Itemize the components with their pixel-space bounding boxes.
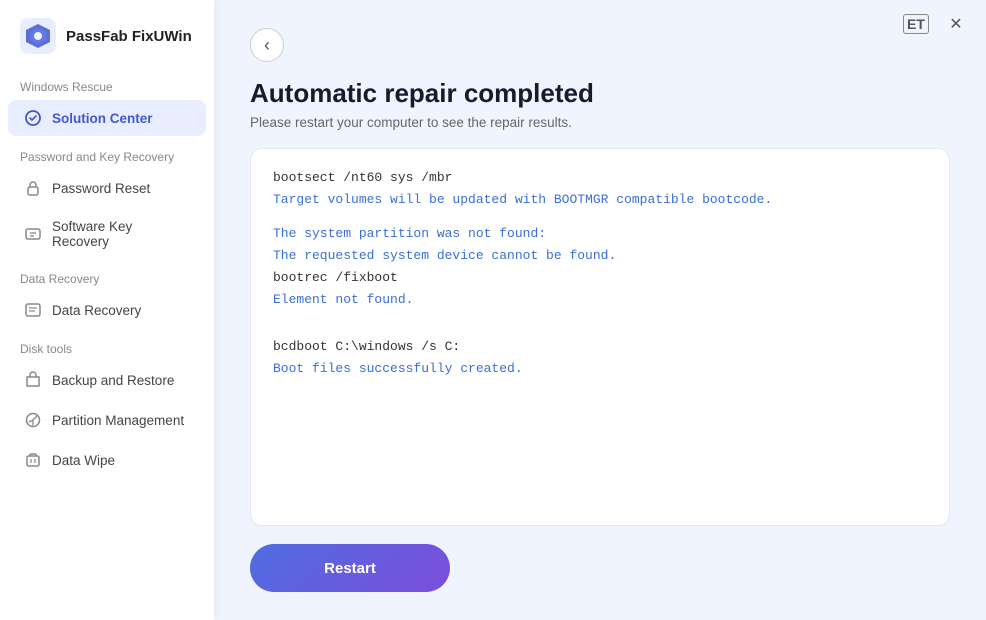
title-bar: ET ✕ [886, 0, 986, 48]
main-content: ‹ Automatic repair completed Please rest… [214, 0, 986, 620]
log-line: Element not found. [273, 289, 927, 311]
disk-tools-section-label: Disk tools [0, 330, 214, 360]
sidebar-item-password-reset-label: Password Reset [52, 181, 150, 196]
log-line: bootsect /nt60 sys /mbr [273, 167, 927, 189]
password-reset-icon [24, 179, 42, 197]
password-key-recovery-section-label: Password and Key Recovery [0, 138, 214, 168]
log-spacer [273, 312, 927, 324]
log-line: The requested system device cannot be fo… [273, 245, 927, 267]
feedback-button[interactable]: ET [902, 10, 930, 38]
page-subtitle: Please restart your computer to see the … [250, 115, 950, 130]
sidebar-item-data-wipe[interactable]: Data Wipe [8, 442, 206, 478]
back-icon: ‹ [264, 35, 270, 56]
restart-button[interactable]: Restart [250, 544, 450, 592]
page-title: Automatic repair completed [250, 78, 950, 109]
sidebar-item-data-recovery-label: Data Recovery [52, 303, 141, 318]
sidebar-item-partition-management-label: Partition Management [52, 413, 184, 428]
software-key-icon [24, 225, 42, 243]
sidebar-item-data-recovery[interactable]: Data Recovery [8, 292, 206, 328]
sidebar-item-software-key-recovery-label: Software Key Recovery [52, 219, 190, 249]
log-line: bcdboot C:\windows /s C: [273, 336, 927, 358]
log-spacer [273, 211, 927, 223]
sidebar-item-solution-center-label: Solution Center [52, 111, 153, 126]
log-panel[interactable]: bootsect /nt60 sys /mbrTarget volumes wi… [250, 148, 950, 526]
app-logo: PassFab FixUWin [0, 0, 214, 72]
sidebar: PassFab FixUWin Windows Rescue Solution … [0, 0, 214, 620]
solution-center-icon [24, 109, 42, 127]
data-recovery-icon [24, 301, 42, 319]
sidebar-item-solution-center[interactable]: Solution Center [8, 100, 206, 136]
partition-management-icon [24, 411, 42, 429]
log-line: bootrec /fixboot [273, 267, 927, 289]
sidebar-item-partition-management[interactable]: Partition Management [8, 402, 206, 438]
log-line: Boot files successfully created. [273, 358, 927, 380]
data-recovery-section-label: Data Recovery [0, 260, 214, 290]
windows-rescue-label: Windows Rescue [0, 72, 214, 98]
backup-restore-icon [24, 371, 42, 389]
sidebar-item-backup-restore-label: Backup and Restore [52, 373, 174, 388]
log-line: The system partition was not found: [273, 223, 927, 245]
feedback-icon: ET [903, 14, 929, 34]
app-name: PassFab FixUWin [66, 28, 192, 45]
sidebar-item-software-key-recovery[interactable]: Software Key Recovery [8, 210, 206, 258]
app-window: ET ✕ PassFab FixUWin Windows Rescue [0, 0, 986, 620]
close-icon: ✕ [949, 14, 962, 34]
back-button[interactable]: ‹ [250, 28, 284, 62]
sidebar-item-password-reset[interactable]: Password Reset [8, 170, 206, 206]
logo-icon [20, 18, 56, 54]
data-wipe-icon [24, 451, 42, 469]
close-button[interactable]: ✕ [942, 10, 970, 38]
sidebar-item-data-wipe-label: Data Wipe [52, 453, 115, 468]
log-line: Target volumes will be updated with BOOT… [273, 189, 927, 211]
log-spacer [273, 324, 927, 336]
sidebar-item-backup-restore[interactable]: Backup and Restore [8, 362, 206, 398]
